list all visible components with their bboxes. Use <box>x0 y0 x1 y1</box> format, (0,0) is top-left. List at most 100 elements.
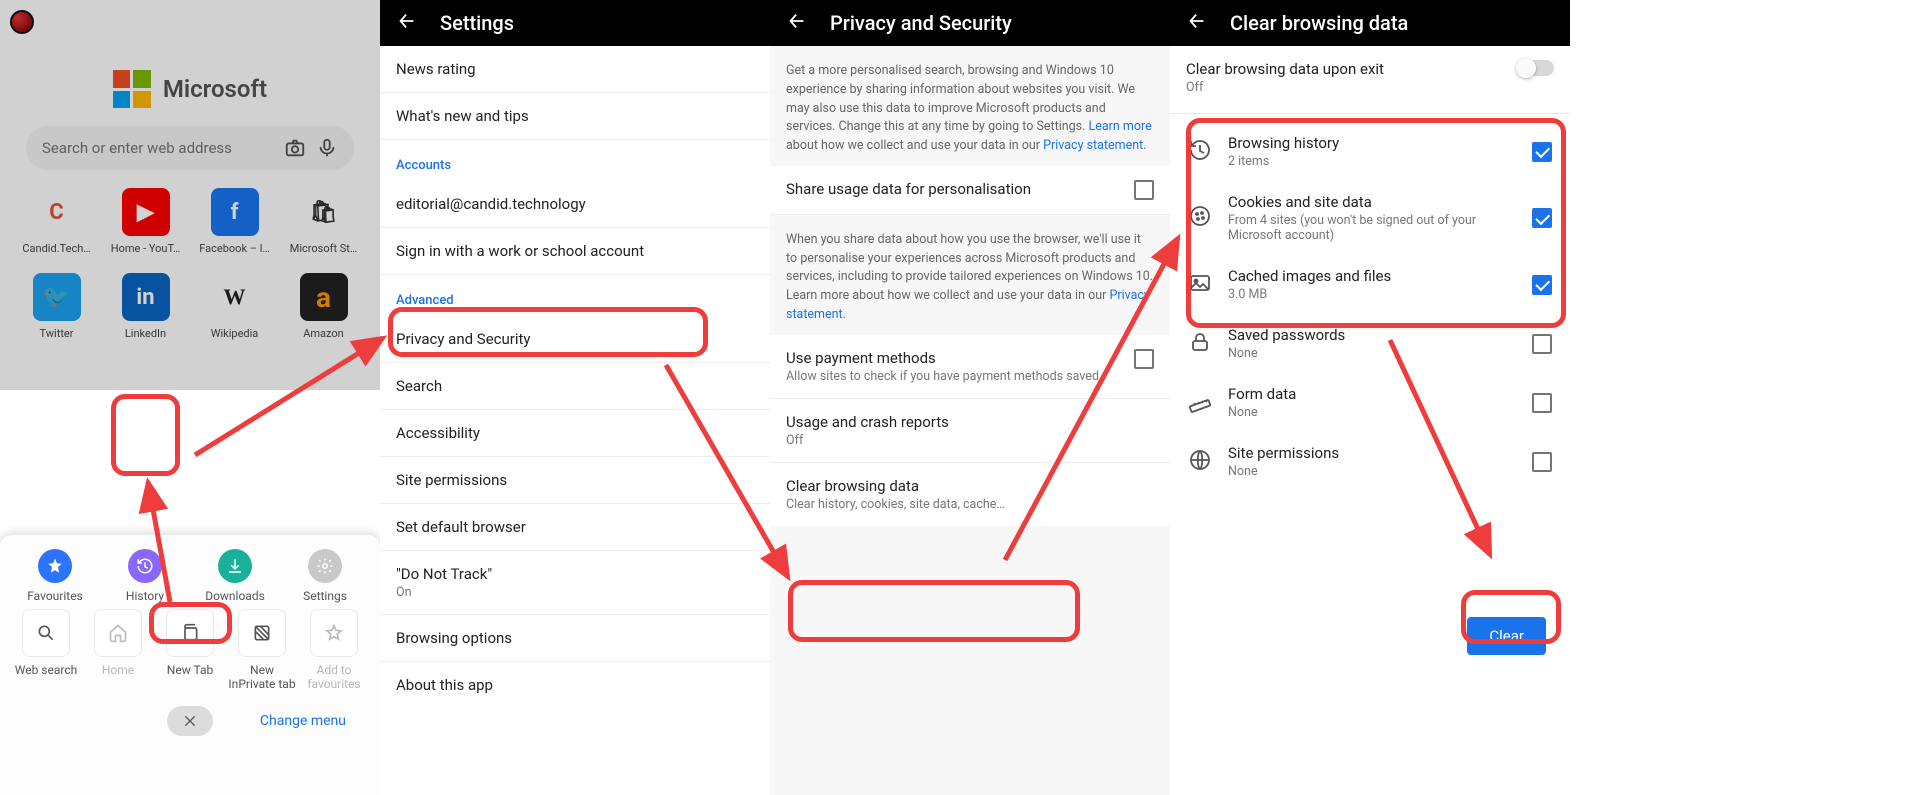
toggle[interactable] <box>1518 60 1554 76</box>
clear-data-sub: None <box>1228 346 1532 361</box>
sheet-item-label: New Tab <box>155 663 225 677</box>
clear-data-sub: None <box>1228 405 1532 420</box>
clear-data-row[interactable]: Browsing history 2 items <box>1170 122 1570 181</box>
favorite-tile[interactable]: 🐦 Twitter <box>18 273 96 340</box>
clear-data-row[interactable]: Site permissions None <box>1170 432 1570 491</box>
checkbox[interactable] <box>1532 275 1552 295</box>
clear-data-sub: 3.0 MB <box>1228 287 1532 302</box>
favorite-label: Wikipedia <box>196 327 274 340</box>
favorite-tile[interactable]: ▶ Home - YouT… <box>107 188 185 255</box>
checkbox[interactable] <box>1532 142 1552 162</box>
row-privacy-security[interactable]: Privacy and Security <box>380 316 770 363</box>
sheet-item-label: Settings <box>290 589 360 603</box>
clear-data-title: Saved passwords <box>1228 326 1532 344</box>
checkbox[interactable] <box>1134 180 1154 200</box>
download-icon <box>218 549 252 583</box>
sheet-item-history[interactable]: History <box>110 549 180 603</box>
back-button[interactable] <box>396 10 418 37</box>
clear-data-row[interactable]: Cached images and files 3.0 MB <box>1170 255 1570 314</box>
sheet-item-inprivate[interactable]: New InPrivate tab <box>227 609 297 691</box>
clear-data-row[interactable]: Form data None <box>1170 373 1570 432</box>
clear-data-sub: 2 items <box>1228 154 1532 169</box>
favorite-tile[interactable]: in LinkedIn <box>107 273 185 340</box>
section-accounts: Accounts <box>380 140 770 181</box>
favorite-label: Home - YouT… <box>107 242 185 255</box>
lock-icon <box>1188 330 1228 358</box>
clear-data-title: Site permissions <box>1228 444 1532 462</box>
globe-icon <box>1188 448 1228 476</box>
row-do-not-track[interactable]: "Do Not Track"On <box>380 551 770 615</box>
row-signin-work[interactable]: Sign in with a work or school account <box>380 228 770 275</box>
omnibox[interactable] <box>26 126 354 170</box>
checkbox[interactable] <box>1532 334 1552 354</box>
favorite-tile[interactable]: a Amazon <box>285 273 363 340</box>
checkbox[interactable] <box>1532 208 1552 228</box>
inprivate-icon <box>238 609 286 657</box>
clear-data-sub: From 4 sites (you won't be signed out of… <box>1228 213 1532 243</box>
favorite-tile[interactable]: f Facebook – l… <box>196 188 274 255</box>
sheet-item-label: History <box>110 589 180 603</box>
row-browsing-options[interactable]: Browsing options <box>380 615 770 662</box>
clear-data-title: Cached images and files <box>1228 267 1532 285</box>
sheet-item-favourites[interactable]: Favourites <box>20 549 90 603</box>
sheet-item-search[interactable]: Web search <box>11 609 81 691</box>
mic-icon[interactable] <box>316 137 338 159</box>
close-button[interactable] <box>167 706 213 736</box>
microsoft-logo-icon <box>113 70 151 108</box>
row-default-browser[interactable]: Set default browser <box>380 504 770 551</box>
favorite-icon: 🛍 <box>300 188 348 236</box>
row-site-permissions[interactable]: Site permissions <box>380 457 770 504</box>
favorite-icon: C <box>33 188 81 236</box>
gear-icon <box>308 549 342 583</box>
favorite-label: Microsoft St… <box>285 242 363 255</box>
clear-data-title: Form data <box>1228 385 1532 403</box>
clear-data-row[interactable]: Saved passwords None <box>1170 314 1570 373</box>
favorite-icon: ▶ <box>122 188 170 236</box>
row-clear-upon-exit[interactable]: Clear browsing data upon exitOff <box>1170 46 1570 109</box>
favorite-tile[interactable]: C Candid.Tech… <box>18 188 96 255</box>
row-accessibility[interactable]: Accessibility <box>380 410 770 457</box>
back-button[interactable] <box>1186 10 1208 37</box>
sheet-item-home: Home <box>83 609 153 691</box>
clear-data-sub: None <box>1228 464 1532 479</box>
row-payment-methods[interactable]: Use payment methodsAllow sites to check … <box>770 335 1170 399</box>
row-whats-new[interactable]: What's new and tips <box>380 93 770 140</box>
learn-more-link[interactable]: Learn more <box>1089 119 1152 134</box>
checkbox[interactable] <box>1532 452 1552 472</box>
favorite-label: Twitter <box>18 327 96 340</box>
camera-icon[interactable] <box>284 137 306 159</box>
sheet-item-label: New InPrivate tab <box>227 663 297 691</box>
sheet-item-label: Add to favourites <box>299 663 369 691</box>
sheet-item-tabs[interactable]: New Tab <box>155 609 225 691</box>
sheet-item-downloads[interactable]: Downloads <box>200 549 270 603</box>
clear-data-title: Browsing history <box>1228 134 1532 152</box>
row-search[interactable]: Search <box>380 363 770 410</box>
row-share-usage[interactable]: Share usage data for personalisation <box>770 166 1170 215</box>
row-about-app[interactable]: About this app <box>380 662 770 708</box>
close-icon <box>182 713 198 729</box>
favorite-tile[interactable]: 🛍 Microsoft St… <box>285 188 363 255</box>
sheet-item-label: Favourites <box>20 589 90 603</box>
privacy-statement-link[interactable]: Privacy statement <box>1043 138 1143 153</box>
search-input[interactable] <box>42 139 274 157</box>
checkbox[interactable] <box>1134 349 1154 369</box>
row-account-email[interactable]: editorial@candid.technology <box>380 181 770 228</box>
clear-data-row[interactable]: Cookies and site dataFrom 4 sites (you w… <box>1170 181 1570 255</box>
history-icon <box>1188 138 1228 166</box>
clear-button[interactable]: Clear <box>1467 617 1546 655</box>
info-share-data: When you share data about how you use th… <box>770 215 1170 335</box>
change-menu-link[interactable]: Change menu <box>260 713 346 729</box>
sheet-item-settings[interactable]: Settings <box>290 549 360 603</box>
recorder-indicator <box>10 10 34 34</box>
section-advanced: Advanced <box>380 275 770 316</box>
page-title: Clear browsing data <box>1230 11 1408 35</box>
favorite-tile[interactable]: W Wikipedia <box>196 273 274 340</box>
row-clear-browsing-data[interactable]: Clear browsing dataClear history, cookie… <box>770 463 1170 526</box>
back-button[interactable] <box>786 10 808 37</box>
home-icon <box>94 609 142 657</box>
checkbox[interactable] <box>1532 393 1552 413</box>
row-news-rating[interactable]: News rating <box>380 46 770 93</box>
favorite-label: Amazon <box>285 327 363 340</box>
favorite-label: Facebook – l… <box>196 242 274 255</box>
row-usage-crash[interactable]: Usage and crash reportsOff <box>770 399 1170 463</box>
